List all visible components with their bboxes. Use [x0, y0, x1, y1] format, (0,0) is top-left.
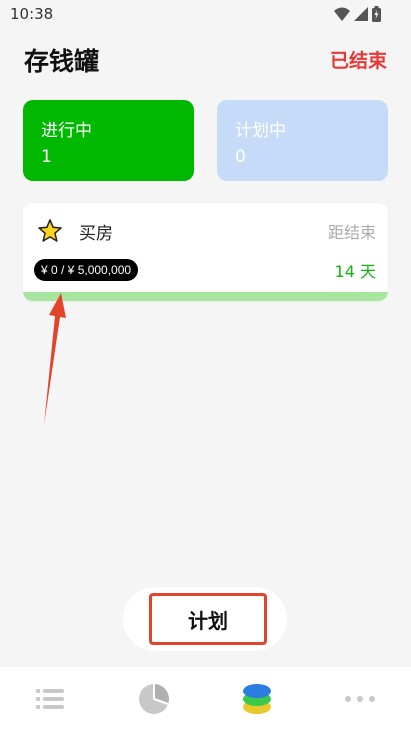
status-bar: 10:38	[0, 0, 411, 28]
signal-icon	[354, 7, 368, 21]
wifi-icon	[334, 7, 350, 21]
nav-item-stats[interactable]	[134, 681, 174, 717]
ended-filter[interactable]: 已结束	[330, 46, 387, 73]
tab-count: 0	[235, 147, 246, 167]
tab-in-progress[interactable]: 进行中 1	[23, 100, 194, 181]
plan-button-container: 计划	[123, 587, 287, 651]
tab-label: 进行中	[41, 121, 92, 141]
tab-planned[interactable]: 计划中 0	[217, 100, 388, 181]
goal-name: 买房	[79, 224, 113, 244]
status-time: 10:38	[10, 5, 54, 23]
goal-card[interactable]: 买房 距结束 ¥ 0 / ¥ 5,000,000 14 天	[23, 203, 388, 301]
coin-stack-icon	[243, 684, 271, 714]
amount-badge: ¥ 0 / ¥ 5,000,000	[34, 259, 139, 281]
nav-item-list[interactable]	[30, 681, 70, 717]
star-icon	[38, 219, 62, 242]
nav-item-more[interactable]	[340, 681, 380, 717]
tab-label: 计划中	[235, 121, 286, 141]
status-icons	[334, 6, 381, 22]
header: 存钱罐 已结束	[0, 40, 411, 80]
nav-item-savings[interactable]	[237, 681, 277, 717]
bottom-nav	[0, 667, 411, 731]
page-title: 存钱罐	[24, 47, 100, 76]
pie-chart-icon	[139, 684, 169, 714]
plan-button[interactable]: 计划	[149, 593, 267, 645]
battery-icon	[372, 6, 381, 22]
more-icon	[345, 696, 375, 702]
progress-bar	[23, 292, 388, 301]
tab-count: 1	[41, 147, 52, 167]
remaining-label: 距结束	[327, 223, 376, 242]
days-left: 14 天	[334, 262, 376, 281]
list-icon	[36, 689, 64, 709]
